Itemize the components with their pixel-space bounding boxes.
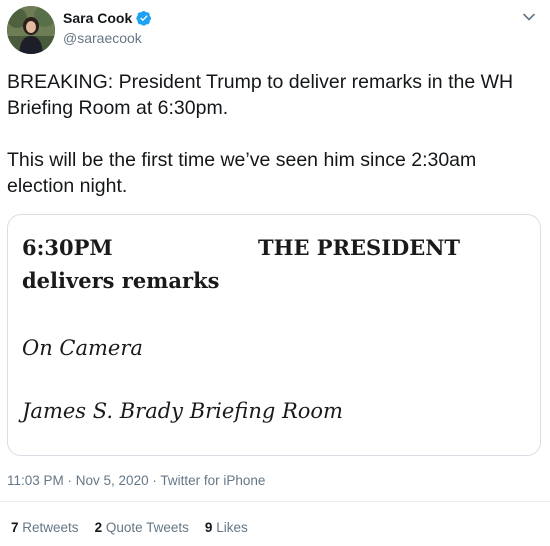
tweet-timestamp[interactable]: 11:03 PM · Nov 5, 2020 · Twitter for iPh… bbox=[7, 473, 265, 488]
attached-image-card[interactable]: 6:30PM THE PRESIDENT delivers remarks On… bbox=[7, 214, 541, 456]
tweet: Sara Cook @saraecook BREAKING: President… bbox=[0, 0, 550, 546]
retweets-stat[interactable]: 7 Retweets bbox=[11, 520, 79, 535]
author-name-row[interactable]: Sara Cook bbox=[63, 9, 152, 27]
quotes-label: Quote Tweets bbox=[105, 520, 189, 535]
likes-count: 9 bbox=[204, 520, 213, 535]
schedule-camera-status: On Camera bbox=[22, 336, 143, 360]
tweet-paragraph: This will be the first time we’ve seen h… bbox=[7, 149, 477, 197]
schedule-who: THE PRESIDENT bbox=[258, 235, 461, 260]
author-handle[interactable]: @saraecook bbox=[63, 30, 142, 46]
retweets-label: Retweets bbox=[22, 520, 79, 535]
verified-badge-icon bbox=[136, 10, 152, 26]
retweets-count: 7 bbox=[11, 520, 19, 535]
schedule-location: James S. Brady Briefing Room bbox=[22, 399, 343, 423]
author-display-name[interactable]: Sara Cook bbox=[63, 10, 132, 26]
schedule-event: delivers remarks bbox=[22, 268, 220, 293]
more-options-chevron-icon[interactable] bbox=[520, 8, 538, 26]
likes-stat[interactable]: 9 Likes bbox=[205, 520, 248, 535]
engagement-stats: 7 Retweets 2 Quote Tweets 9 Likes bbox=[11, 520, 248, 535]
avatar[interactable] bbox=[7, 6, 55, 54]
quotes-count: 2 bbox=[94, 520, 103, 535]
avatar-image bbox=[7, 6, 55, 54]
schedule-time: 6:30PM bbox=[22, 235, 113, 260]
tweet-paragraph: BREAKING: President Trump to deliver rem… bbox=[7, 71, 514, 119]
quote-tweets-stat[interactable]: 2 Quote Tweets bbox=[95, 520, 189, 535]
tweet-text: BREAKING: President Trump to deliver rem… bbox=[7, 69, 537, 199]
likes-label: Likes bbox=[216, 520, 248, 535]
divider bbox=[0, 501, 550, 502]
